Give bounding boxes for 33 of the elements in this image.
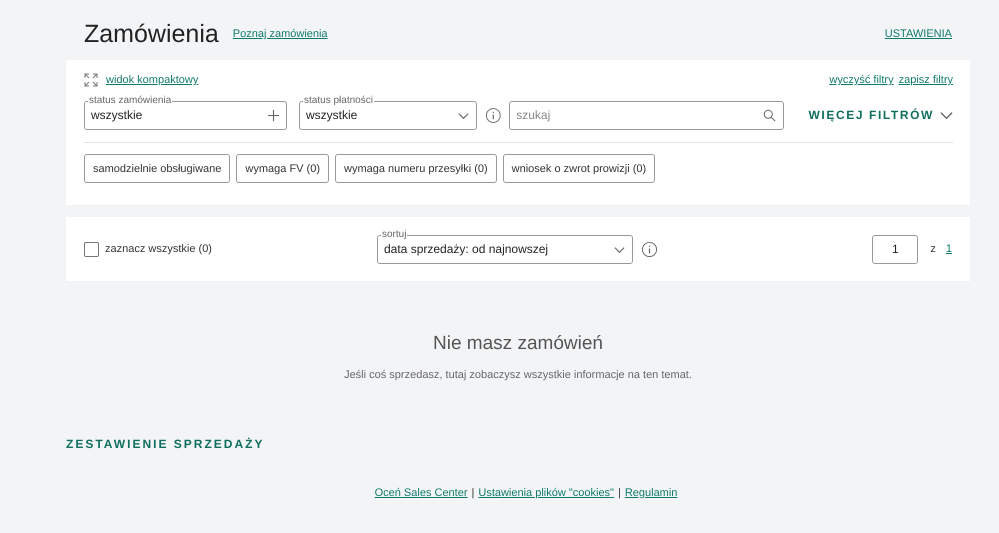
footer-link[interactable]: Regulamin — [624, 487, 678, 499]
filter-chip[interactable]: wymaga numeru przesyłki (0) — [335, 154, 497, 183]
footer-link[interactable]: Oceń Sales Center — [374, 487, 468, 499]
field-label: status płatności — [303, 94, 374, 106]
separator: | — [472, 487, 474, 499]
save-filters-link[interactable]: zapisz filtry — [898, 74, 953, 86]
empty-message: Jeśli coś sprzedasz, tutaj zobaczysz wszystkie informacje na ten temat. — [343, 369, 693, 381]
settings-link[interactable]: USTAWIENIA — [884, 28, 952, 40]
learn-link[interactable]: Poznaj zamówienia — [232, 28, 328, 40]
info-icon[interactable] — [484, 106, 502, 124]
expand-icon[interactable] — [84, 73, 98, 87]
search-icon — [763, 108, 776, 122]
info-icon[interactable] — [641, 240, 658, 258]
select-all-label: zaznacz wszystkie (0) — [105, 243, 212, 255]
page-input[interactable]: 1 — [872, 234, 918, 264]
filter-chip[interactable]: wymaga FV (0) — [236, 154, 329, 183]
footer-link[interactable]: Ustawienia plików "cookies" — [478, 487, 614, 499]
search-field[interactable]: szukaj — [509, 100, 784, 130]
empty-title: Nie masz zamówień — [432, 333, 604, 355]
plus-icon — [267, 108, 280, 122]
last-page-link[interactable]: 1 — [946, 243, 952, 255]
sales-summary-link[interactable]: ZESTAWIENIE SPRZEDAŻY — [66, 437, 264, 451]
select-all-checkbox[interactable] — [84, 242, 99, 256]
filter-chip[interactable]: wniosek o zwrot prowizji (0) — [502, 154, 656, 183]
page-title: Zamówienia — [84, 20, 219, 48]
compact-view-link[interactable]: widok kompaktowy — [106, 74, 198, 86]
separator: | — [618, 487, 621, 499]
more-filters-button[interactable]: WIĘCEJ FILTRÓW — [808, 108, 953, 122]
filter-chip[interactable]: samodzielnie obsługiwane — [84, 154, 230, 183]
field-label: status zamówienia — [88, 94, 172, 106]
field-label: sortuj — [381, 228, 408, 240]
page-of-label: z — [930, 243, 936, 255]
clear-filters-link[interactable]: wyczyść filtry — [829, 74, 894, 86]
